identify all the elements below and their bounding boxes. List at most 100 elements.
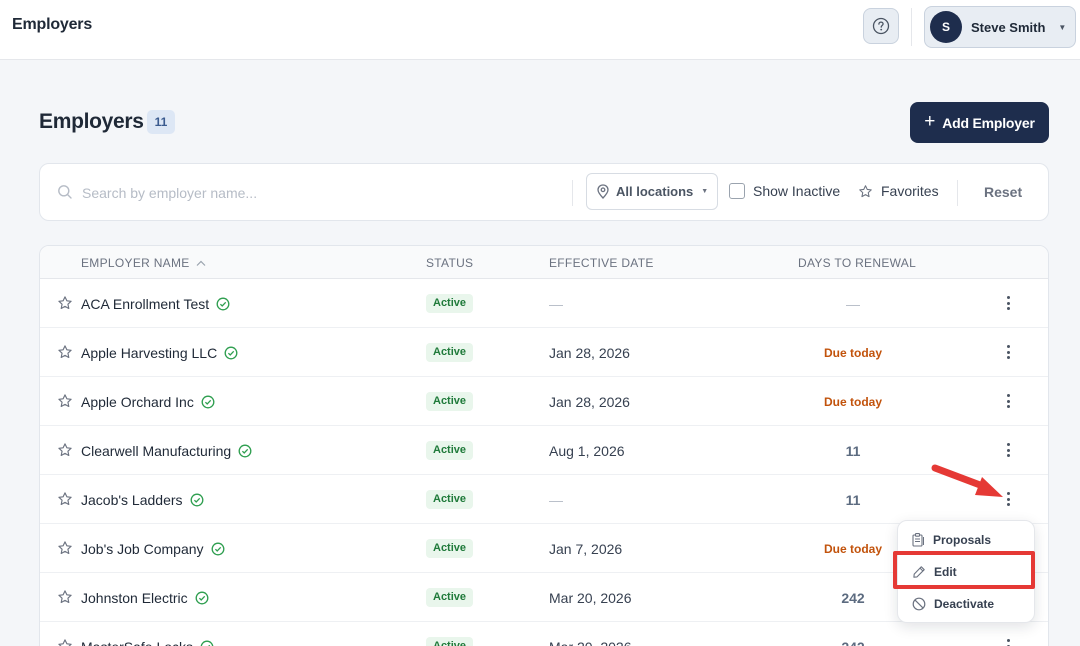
status-badge: Active [426, 539, 474, 558]
days-to-renewal: 11 [845, 492, 861, 508]
dot [1006, 356, 1010, 359]
employer-name-text: Johnston Electric [81, 590, 188, 606]
favorite-star-icon[interactable] [57, 295, 73, 311]
help-button[interactable] [863, 8, 899, 44]
menu-item-edit[interactable]: Edit [912, 565, 957, 579]
app-title: Employers [12, 16, 93, 33]
menu-item-label: Proposals [933, 533, 992, 547]
employer-name-text: Clearwell Manufacturing [81, 443, 232, 459]
employer-name[interactable]: MasterSafe Locks [81, 639, 214, 646]
dot [1006, 454, 1010, 457]
dot [1006, 448, 1010, 452]
dot [1006, 301, 1010, 305]
employer-name[interactable]: Jacob's Ladders [81, 492, 204, 508]
column-header-status[interactable]: STATUS [426, 256, 473, 270]
favorite-star-icon[interactable] [57, 638, 73, 646]
table-row[interactable]: Jacob's Ladders Active — 11 [40, 475, 1048, 524]
status-badge: Active [426, 441, 474, 460]
employer-name-text: ACA Enrollment Test [81, 296, 210, 312]
dot [1006, 350, 1010, 354]
star-icon [859, 184, 872, 197]
employer-name-text: Apple Orchard Inc [81, 394, 194, 410]
effective-date: Jan 7, 2026 [549, 541, 623, 557]
column-header-effective-date[interactable]: EFFECTIVE DATE [549, 256, 654, 270]
favorite-star-icon[interactable] [57, 540, 73, 556]
dot [1006, 639, 1010, 642]
favorite-star-icon[interactable] [57, 442, 73, 458]
dot [1006, 492, 1010, 495]
menu-item-label: Edit [934, 565, 957, 579]
favorite-star-icon[interactable] [57, 344, 73, 360]
dot [1006, 307, 1010, 310]
user-name: Steve Smith [971, 19, 1046, 35]
menu-item-proposals[interactable]: Proposals [912, 533, 991, 547]
add-employer-button[interactable]: + Add Employer [910, 102, 1049, 143]
table-row[interactable]: MasterSafe Locks Active Mar 20, 2026 242 [40, 622, 1048, 646]
effective-date: Mar 20, 2026 [549, 590, 632, 606]
days-to-renewal: Due today [823, 346, 882, 360]
page-title: Employers [39, 110, 144, 133]
employer-name[interactable]: Job's Job Company [81, 541, 225, 557]
help-circle-icon [872, 17, 890, 35]
table-row[interactable]: Clearwell Manufacturing Active Aug 1, 2026… [40, 426, 1048, 475]
row-actions-menu: Proposals Edit Deactivate [897, 520, 1035, 623]
employer-name[interactable]: Apple Orchard Inc [81, 394, 215, 410]
days-to-renewal: 11 [845, 443, 861, 459]
effective-date: Jan 28, 2026 [549, 394, 630, 410]
dot [1006, 296, 1010, 299]
days-to-renewal: 242 [783, 639, 923, 646]
plus-icon: + [924, 111, 936, 132]
table-row[interactable]: Apple Orchard Inc Active Jan 28, 2026 Due t… [40, 377, 1048, 426]
employer-name-text: MasterSafe Locks [81, 639, 193, 646]
table-row[interactable]: Apple Harvesting LLC Active Jan 28, 2026 Du… [40, 328, 1048, 377]
more-options-icon[interactable] [1002, 489, 1014, 509]
reset-button[interactable]: Reset [984, 184, 1022, 200]
avatar: S [930, 11, 962, 43]
employer-name-text: Job's Job Company [81, 541, 204, 557]
status-badge: Active [426, 294, 474, 313]
employer-name[interactable]: Clearwell Manufacturing [81, 443, 252, 459]
location-dropdown[interactable]: All locations ▼ [586, 173, 718, 210]
effective-date: Aug 1, 2026 [549, 443, 625, 459]
favorite-star-icon[interactable] [57, 491, 73, 507]
employer-name-text: Apple Harvesting LLC [81, 345, 218, 361]
filter-divider [572, 180, 573, 206]
more-options-icon[interactable] [1002, 440, 1014, 460]
effective-date: Jan 28, 2026 [549, 345, 630, 361]
favorites-toggle[interactable]: Favorites [858, 183, 939, 199]
verified-check-icon [216, 297, 230, 311]
edit-icon [913, 566, 925, 578]
column-header-label: EMPLOYER NAME [81, 256, 190, 270]
favorite-star-icon[interactable] [57, 589, 73, 605]
employer-name[interactable]: ACA Enrollment Test [81, 296, 230, 312]
dot [1006, 399, 1010, 403]
more-options-icon[interactable] [1002, 391, 1014, 411]
search-input[interactable] [82, 181, 562, 205]
employer-name[interactable]: Johnston Electric [81, 590, 209, 606]
dot [1006, 443, 1010, 446]
more-options-icon[interactable] [1002, 342, 1014, 362]
dot [1006, 503, 1010, 506]
column-header-days-to-renewal[interactable]: DAYS TO RENEWAL [798, 256, 916, 270]
show-inactive-label[interactable]: Show Inactive [753, 183, 840, 199]
effective-date: — [549, 296, 563, 312]
employer-count-badge: 11 [147, 110, 175, 134]
caret-down-icon: ▼ [701, 188, 709, 195]
more-options-icon[interactable] [1002, 636, 1014, 646]
status-badge: Active [426, 637, 474, 646]
status-badge: Active [426, 588, 474, 607]
employer-name[interactable]: Apple Harvesting LLC [81, 345, 238, 361]
more-options-icon[interactable] [1002, 293, 1014, 313]
show-inactive-checkbox[interactable] [729, 183, 745, 199]
dot [1006, 345, 1010, 348]
verified-check-icon [190, 493, 203, 507]
user-menu-button[interactable]: S Steve Smith ▼ [924, 6, 1076, 48]
block-icon [912, 597, 926, 611]
column-header-employer-name[interactable]: EMPLOYER NAME [81, 256, 206, 270]
favorite-star-icon[interactable] [57, 393, 73, 409]
menu-item-deactivate[interactable]: Deactivate [912, 597, 994, 611]
table-row[interactable]: ACA Enrollment Test Active — — [40, 279, 1048, 328]
dot [1006, 497, 1010, 501]
verified-check-icon [238, 444, 252, 458]
effective-date: Mar 20, 2026 [549, 639, 632, 646]
